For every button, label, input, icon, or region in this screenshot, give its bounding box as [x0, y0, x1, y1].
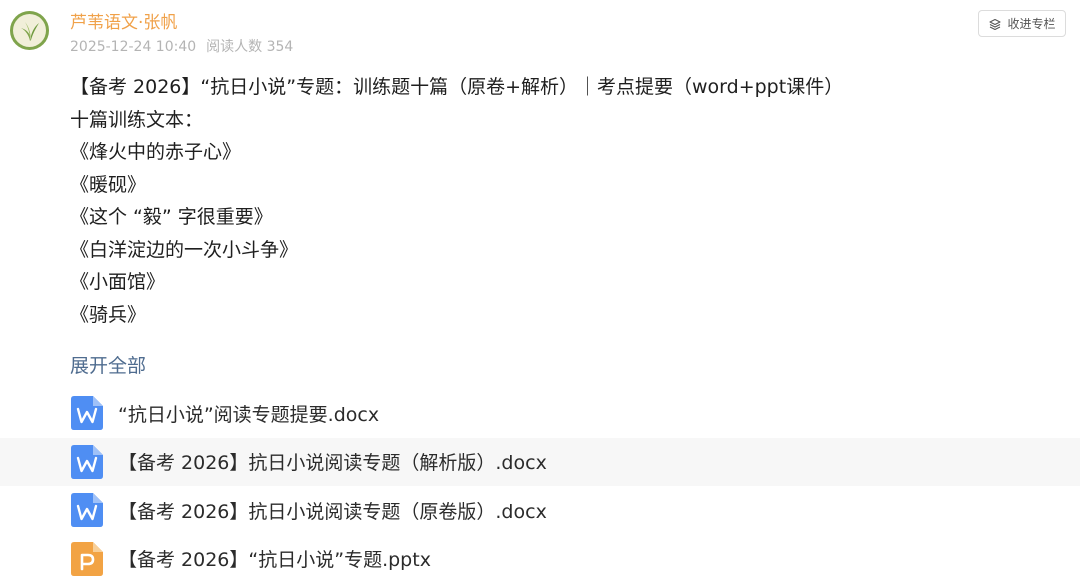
article-line: 《暖砚》: [70, 173, 147, 196]
expand-all-link[interactable]: 展开全部: [70, 353, 146, 379]
attachment-name: “抗日小说”阅读专题提要.docx: [118, 403, 380, 426]
attachment-list: “抗日小说”阅读专题提要.docx 【备考 2026】抗日小说阅读专题（解析版）…: [0, 389, 1080, 583]
author-avatar[interactable]: [10, 11, 49, 50]
article-body: 【备考 2026】“抗日小说”专题：训练题十篇（原卷+解析）｜考点提要（word…: [70, 71, 843, 331]
post-meta: 2025-12-24 10:40 阅读人数 354: [70, 38, 293, 56]
collect-button-label: 收进专栏: [1007, 17, 1056, 31]
article-line: 《骑兵》: [70, 303, 147, 326]
collect-stack-icon: [988, 17, 1002, 31]
attachment-row[interactable]: 【备考 2026】“抗日小说”专题.pptx: [0, 535, 1080, 584]
reed-leaf-icon: [20, 21, 39, 41]
ppt-doc-icon: [71, 541, 103, 576]
article-title-line: 【备考 2026】“抗日小说”专题：训练题十篇（原卷+解析）｜考点提要（word…: [70, 76, 844, 98]
word-doc-icon: [71, 444, 103, 479]
article-line: 《烽火中的赤子心》: [70, 141, 242, 163]
post-date: 2025-12-24 10:40: [70, 39, 197, 55]
attachment-name: 【备考 2026】抗日小说阅读专题（解析版）.docx: [118, 452, 547, 475]
attachment-row[interactable]: “抗日小说”阅读专题提要.docx: [0, 389, 1080, 438]
article-line: 十篇训练文本：: [70, 108, 204, 131]
attachment-row[interactable]: 【备考 2026】抗日小说阅读专题（解析版）.docx: [0, 437, 1080, 486]
attachment-name: 【备考 2026】“抗日小说”专题.pptx: [118, 549, 431, 572]
article-line: 《白洋淀边的一次小斗争》: [70, 238, 299, 261]
collect-to-column-button[interactable]: 收进专栏: [978, 10, 1066, 37]
word-doc-icon: [71, 493, 103, 527]
author-name[interactable]: 芦苇语文·张帆: [70, 12, 177, 34]
article-page: 芦苇语文·张帆 2025-12-24 10:40 阅读人数 354 收进专栏 【备…: [0, 0, 1080, 584]
article-line: 《这个 “毅” 字很重要》: [70, 206, 273, 228]
attachment-name: 【备考 2026】抗日小说阅读专题（原卷版）.docx: [118, 500, 547, 523]
read-count: 阅读人数 354: [206, 39, 294, 55]
word-doc-icon: [71, 396, 103, 430]
article-line: 《小面馆》: [70, 271, 166, 293]
attachment-row[interactable]: 【备考 2026】抗日小说阅读专题（原卷版）.docx: [0, 486, 1080, 535]
